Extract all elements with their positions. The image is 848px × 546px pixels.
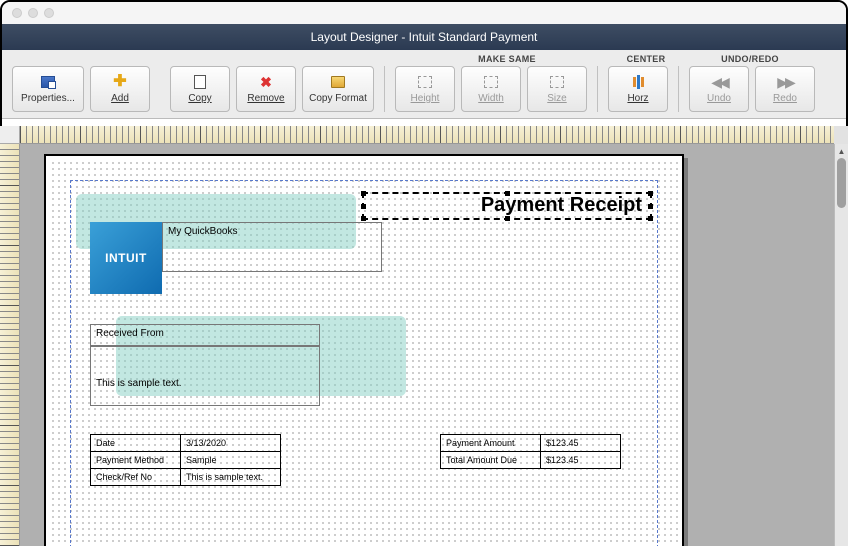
ruler-vertical[interactable] (0, 144, 20, 546)
scroll-up-icon: ▲ (835, 144, 848, 158)
group-label-center: CENTER (616, 54, 676, 64)
height-icon (417, 74, 433, 90)
design-page[interactable]: Payment Receipt INTUIT My QuickBooks Rec… (44, 154, 684, 546)
copy-format-button[interactable]: Copy Format (302, 66, 374, 112)
traffic-light-zoom[interactable] (44, 8, 54, 18)
redo-button[interactable]: ▶▶ Redo (755, 66, 815, 112)
paint-format-icon (330, 74, 346, 90)
center-horz-button[interactable]: Horz (608, 66, 668, 112)
company-name-text: My QuickBooks (163, 223, 381, 240)
workspace: Payment Receipt INTUIT My QuickBooks Rec… (0, 126, 848, 546)
undo-button[interactable]: ◀◀ Undo (689, 66, 749, 112)
title-field[interactable]: Payment Receipt (362, 192, 652, 220)
title-text: Payment Receipt (364, 194, 650, 217)
table-row: Payment MethodSample (91, 452, 281, 469)
copy-icon (192, 74, 208, 90)
mac-titlebar (2, 2, 846, 24)
size-button[interactable]: Size (527, 66, 587, 112)
remove-icon: ✖ (258, 74, 274, 90)
table-row: Check/Ref NoThis is sample text. (91, 469, 281, 486)
group-label-make-same: MAKE SAME (412, 54, 602, 64)
undo-icon: ◀◀ (711, 74, 727, 90)
width-icon (483, 74, 499, 90)
plus-icon: ✚ (112, 74, 128, 90)
app-title: Layout Designer - Intuit Standard Paymen… (311, 30, 538, 44)
toolbar: MAKE SAME CENTER UNDO/REDO Properties...… (2, 50, 846, 119)
received-from-label-field[interactable]: Received From (90, 324, 320, 346)
traffic-light-close[interactable] (12, 8, 22, 18)
height-button[interactable]: Height (395, 66, 455, 112)
app-title-bar: Layout Designer - Intuit Standard Paymen… (2, 24, 846, 50)
company-name-field[interactable]: My QuickBooks (162, 222, 382, 272)
properties-button[interactable]: Properties... (12, 66, 84, 112)
group-label-undo-redo: UNDO/REDO (690, 54, 810, 64)
table-row: Payment Amount$123.45 (441, 435, 621, 452)
size-icon (549, 74, 565, 90)
redo-icon: ▶▶ (777, 74, 793, 90)
received-from-value-field[interactable]: This is sample text. (90, 346, 320, 406)
copy-button[interactable]: Copy (170, 66, 230, 112)
ruler-corner (0, 126, 20, 144)
center-horizontal-icon (630, 74, 646, 90)
scroll-thumb[interactable] (837, 158, 846, 208)
amount-table[interactable]: Payment Amount$123.45 Total Amount Due$1… (440, 434, 621, 469)
add-button[interactable]: ✚ Add (90, 66, 150, 112)
width-button[interactable]: Width (461, 66, 521, 112)
logo-image[interactable]: INTUIT (90, 222, 162, 294)
table-row: Total Amount Due$123.45 (441, 452, 621, 469)
properties-icon (40, 74, 56, 90)
vertical-scrollbar[interactable]: ▲ (834, 144, 848, 546)
remove-button[interactable]: ✖ Remove (236, 66, 296, 112)
payment-details-table[interactable]: Date3/13/2020 Payment MethodSample Check… (90, 434, 281, 486)
traffic-light-minimize[interactable] (28, 8, 38, 18)
canvas-viewport[interactable]: Payment Receipt INTUIT My QuickBooks Rec… (20, 144, 834, 546)
ruler-horizontal[interactable] (20, 126, 834, 144)
table-row: Date3/13/2020 (91, 435, 281, 452)
